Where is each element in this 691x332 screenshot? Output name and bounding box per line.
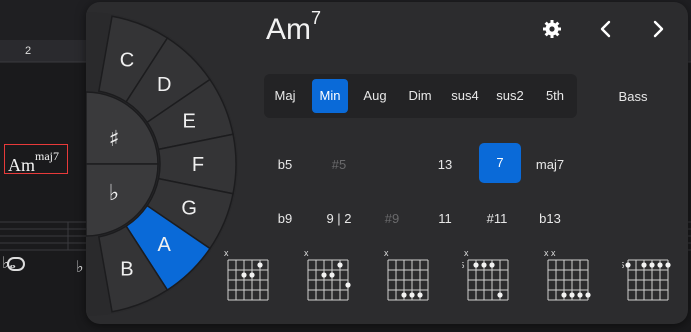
wheel-label-c: C: [120, 50, 134, 72]
svg-text:♭: ♭: [76, 257, 84, 276]
wheel-label-a: A: [158, 234, 172, 256]
finger-dot: [569, 292, 575, 298]
chord-input-panel: C D E F G A B ♯ ♭ Am7 Maj Min Aug Dim sus4 sus2 5th Ba…: [86, 2, 688, 324]
chevron-right-icon: [653, 20, 664, 38]
guitar-diagram[interactable]: x: [222, 246, 282, 316]
measure-number: 2: [25, 45, 32, 57]
extension-b9[interactable]: b9: [263, 202, 307, 236]
guitar-diagram[interactable]: x: [302, 246, 362, 316]
sharp-icon: ♯: [109, 127, 120, 152]
finger-dot: [665, 262, 671, 268]
guitar-diagram[interactable]: 5: [622, 246, 682, 316]
muted-string-mark: x: [224, 248, 229, 258]
finger-dot: [481, 262, 487, 268]
finger-dot: [401, 292, 407, 298]
finger-dot: [489, 262, 495, 268]
guitar-diagram[interactable]: x x: [542, 246, 602, 316]
finger-dot: [321, 272, 327, 278]
finger-dot: [337, 262, 343, 268]
score-chord-extension: maj7: [35, 149, 59, 163]
finger-dot: [561, 292, 567, 298]
extension-#9[interactable]: #9: [370, 202, 414, 236]
extension-7[interactable]: 7: [479, 143, 521, 183]
extension-b5[interactable]: b5: [263, 148, 307, 182]
fret-number: 5: [622, 261, 625, 270]
finger-dot: [577, 292, 583, 298]
extension-#11[interactable]: #11: [475, 202, 519, 236]
finger-dot: [241, 272, 247, 278]
quality-min[interactable]: Min: [312, 79, 348, 113]
flat-icon: ♭: [109, 181, 119, 206]
quality-aug[interactable]: Aug: [357, 79, 393, 113]
guitar-diagram[interactable]: x5: [462, 246, 522, 316]
quality-sus2[interactable]: sus2: [492, 79, 528, 113]
quality-5th[interactable]: 5th: [537, 79, 573, 113]
wheel-label-f: F: [192, 154, 204, 176]
finger-dot: [345, 282, 351, 288]
bass-button[interactable]: Bass: [607, 80, 659, 114]
finger-dot: [257, 262, 263, 268]
muted-string-mark: x: [304, 248, 309, 258]
finger-dot: [641, 262, 647, 268]
finger-dot: [657, 262, 663, 268]
guitar-diagram[interactable]: x: [382, 246, 442, 316]
finger-dot: [329, 272, 335, 278]
wheel-label-b: B: [120, 258, 133, 280]
score-chord-root: Am: [8, 155, 35, 175]
score-chord-symbol[interactable]: Ammaj7: [4, 144, 68, 175]
settings-button[interactable]: [542, 19, 562, 44]
quality-sus4[interactable]: sus4: [447, 79, 483, 113]
extension-#5[interactable]: #5: [317, 148, 361, 182]
wheel-label-e: E: [183, 110, 196, 132]
extension-maj7[interactable]: maj7: [528, 148, 572, 182]
wheel-label-d: D: [157, 74, 171, 96]
muted-string-mark: x x: [544, 248, 556, 258]
extension-11[interactable]: 11: [423, 202, 467, 236]
fret-number: 5: [462, 261, 465, 270]
finger-dot: [625, 262, 631, 268]
next-chord-button[interactable]: [650, 19, 666, 44]
finger-dot: [249, 272, 255, 278]
extension-b13[interactable]: b13: [528, 202, 572, 236]
finger-dot: [473, 262, 479, 268]
extension-92[interactable]: 9 | 2: [317, 202, 361, 236]
gear-icon: [543, 20, 561, 38]
quality-maj[interactable]: Maj: [267, 79, 303, 113]
chord-title-extension: 7: [311, 8, 322, 28]
finger-dot: [417, 292, 423, 298]
finger-dot: [585, 292, 591, 298]
muted-string-mark: x: [464, 248, 469, 258]
wheel-label-g: G: [181, 198, 197, 220]
quality-dim[interactable]: Dim: [402, 79, 438, 113]
finger-dot: [409, 292, 415, 298]
extension-13[interactable]: 13: [423, 148, 467, 182]
chord-title-root: Am: [266, 13, 311, 46]
finger-dot: [497, 292, 503, 298]
previous-chord-button[interactable]: [598, 19, 614, 44]
finger-dot: [649, 262, 655, 268]
chevron-left-icon: [600, 20, 611, 38]
chord-title: Am7: [266, 8, 321, 47]
muted-string-mark: x: [384, 248, 389, 258]
